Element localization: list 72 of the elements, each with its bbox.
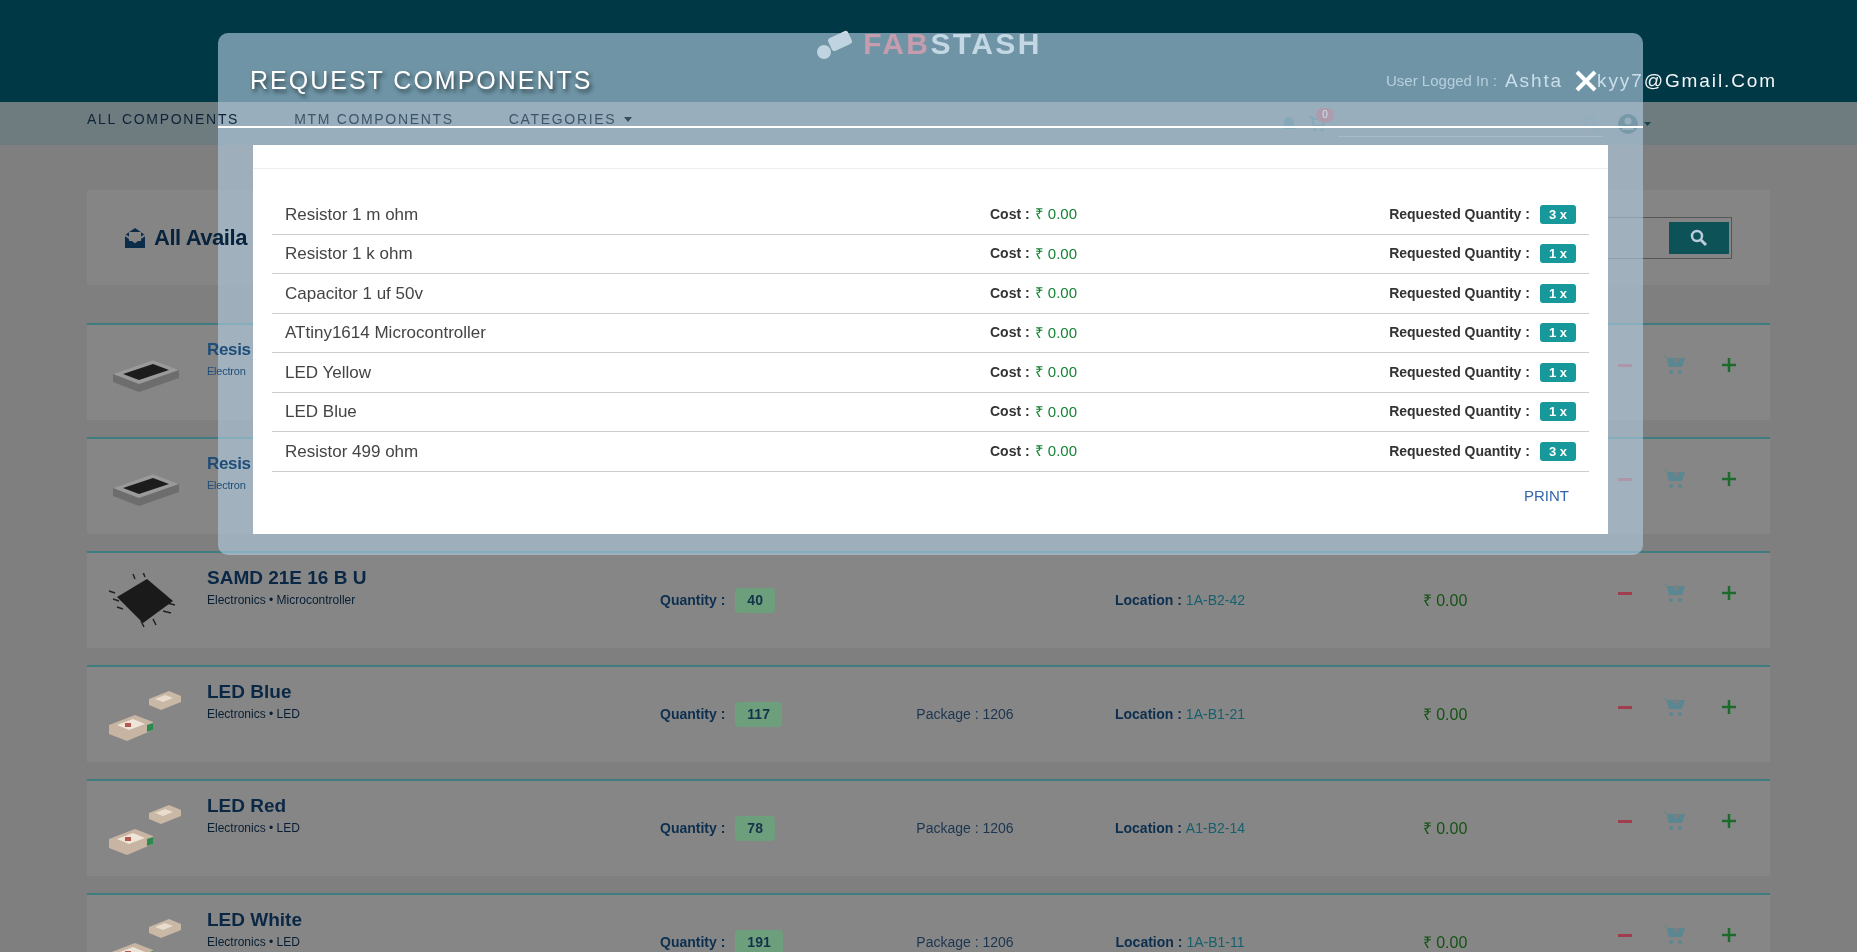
component-category: Electronics • Microcontroller	[207, 592, 356, 609]
cost-label: Cost :	[990, 283, 1030, 303]
quantity-badge: 1 x	[1539, 283, 1576, 303]
user-label: User Logged In :	[1386, 70, 1497, 91]
cost-value: ₹ 0.00	[1034, 401, 1078, 422]
package-text: Package : 1206	[916, 933, 1014, 952]
quantity-badge: 1 x	[1539, 402, 1576, 422]
quantity-badge: 117	[735, 702, 782, 727]
cart-count-badge: 0	[1316, 108, 1334, 122]
requested-quantity-label: Requested Quantity :	[1389, 323, 1530, 343]
location-value: A1-B2-14	[1185, 819, 1245, 838]
item-name: Resistor 1 k ohm	[285, 243, 414, 265]
item-name: ATtiny1614 Microcontroller	[285, 322, 487, 344]
location-label: Location :	[1115, 933, 1183, 952]
cost-value: ₹ 0.00	[1034, 441, 1078, 461]
cost-value: ₹ 0.00	[1034, 283, 1078, 303]
requested-quantity-label: Requested Quantity :	[1389, 283, 1530, 303]
location-value: 1A-B1-21	[1185, 705, 1245, 724]
component-category: Electron	[207, 478, 246, 493]
location-label: Location :	[1114, 705, 1182, 724]
quantity-label: Quantity :	[660, 591, 726, 610]
cost-value: ₹ 0.00	[1034, 362, 1078, 382]
quantity-label: Quantity :	[660, 933, 726, 952]
cost-label: Cost :	[990, 441, 1030, 461]
component-category: Electronics • LED	[207, 934, 300, 951]
quantity-badge: 191	[735, 930, 783, 952]
component-category: Electronics • LED	[207, 706, 300, 723]
location-value: 1A-B2-42	[1185, 591, 1245, 610]
modal-title: REQUEST COMPONENTS	[250, 64, 593, 96]
quantity-label: Quantity :	[660, 705, 726, 724]
page-title: All Availa	[154, 224, 247, 252]
item-name: Resistor 1 m ohm	[285, 203, 420, 226]
cost-value: ₹ 0.00	[1034, 243, 1078, 264]
quantity-badge: 1 x	[1539, 323, 1576, 343]
quantity-badge: 40	[735, 588, 775, 613]
price-text: ₹ 0.00	[1422, 704, 1468, 725]
requested-quantity-label: Requested Quantity :	[1389, 244, 1530, 264]
quantity-label: Quantity :	[660, 819, 726, 838]
item-name: Capacitor 1 uf 50v	[285, 282, 424, 305]
item-name: LED Blue	[285, 401, 358, 423]
component-category: Electron	[207, 364, 246, 379]
item-name: Resistor 499 ohm	[285, 440, 420, 463]
quantity-badge: 1 x	[1539, 244, 1576, 264]
price-text: ₹ 0.00	[1422, 932, 1468, 952]
requested-quantity-label: Requested Quantity :	[1389, 441, 1530, 461]
package-text: Package : 1206	[916, 819, 1014, 838]
quantity-badge: 3 x	[1539, 441, 1576, 461]
quantity-badge: 3 x	[1539, 204, 1576, 224]
cost-label: Cost :	[990, 323, 1030, 343]
cost-value: ₹ 0.00	[1034, 322, 1078, 343]
location-value: 1A-B1-11	[1186, 933, 1245, 952]
requested-quantity-label: Requested Quantity :	[1389, 204, 1530, 224]
price-text: ₹ 0.00	[1422, 818, 1468, 839]
cost-label: Cost :	[990, 402, 1030, 422]
item-name: LED Yellow	[285, 361, 372, 384]
cost-label: Cost :	[990, 244, 1030, 264]
requested-quantity-label: Requested Quantity :	[1389, 362, 1530, 382]
quantity-badge: 1 x	[1539, 362, 1576, 382]
price-text: ₹ 0.00	[1422, 590, 1468, 611]
requested-quantity-label: Requested Quantity :	[1389, 402, 1530, 422]
logo-text: FAB	[863, 25, 931, 62]
user-email: kyy7@Gmail.Com	[1597, 68, 1777, 93]
package-text: Package : 1206	[916, 705, 1014, 724]
cost-label: Cost :	[990, 362, 1030, 382]
cost-value: ₹ 0.00	[1034, 204, 1078, 224]
logo-text: STASH	[930, 25, 1042, 62]
quantity-badge: 78	[735, 816, 775, 841]
location-label: Location :	[1114, 591, 1182, 610]
location-label: Location :	[1114, 819, 1182, 838]
cost-label: Cost :	[990, 204, 1030, 224]
user-email: Ashta	[1504, 68, 1564, 93]
component-category: Electronics • LED	[207, 820, 300, 837]
